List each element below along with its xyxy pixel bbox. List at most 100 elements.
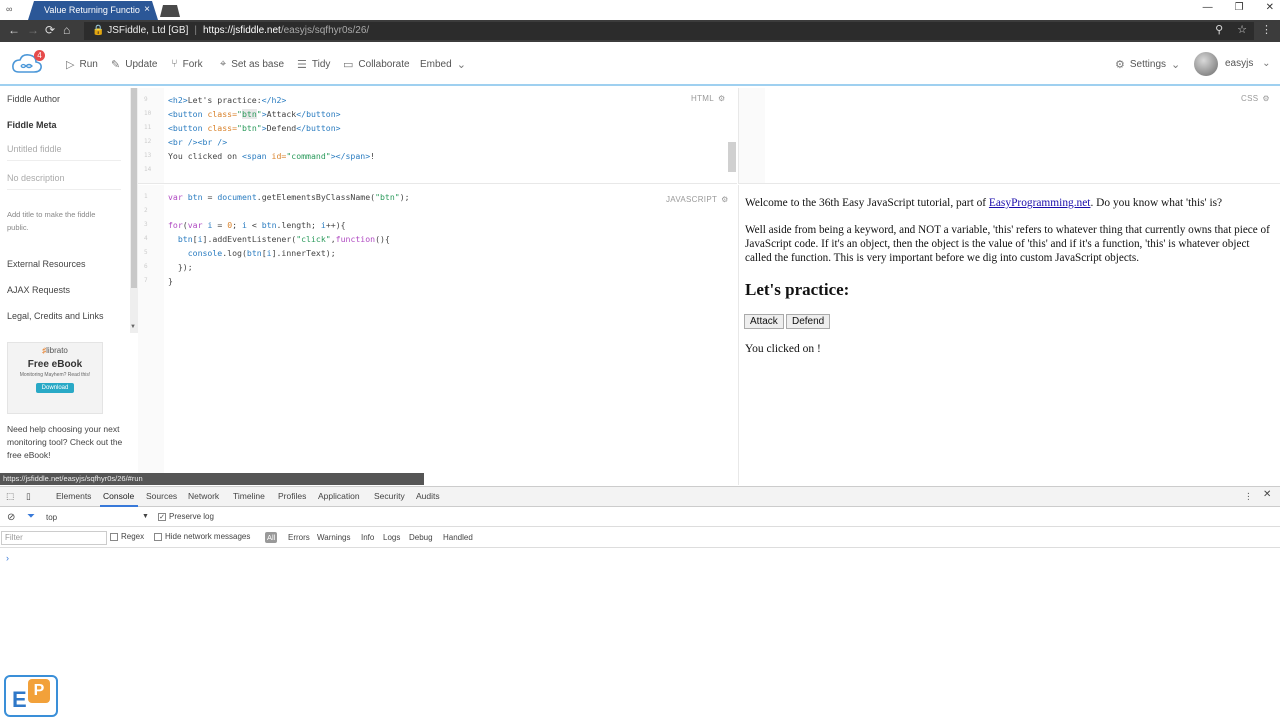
close-window-icon[interactable]: ✕ [1266,2,1274,13]
browser-menu-dots-icon[interactable]: ⋮ [1261,23,1272,36]
window-controls: — ❐ ✕ [1203,2,1274,13]
tab-sources[interactable]: Sources [146,491,177,501]
tidy-button[interactable]: ☰ Tidy [297,58,330,71]
ad-text[interactable]: Need help choosing your next monitoring … [7,423,133,462]
avatar[interactable] [1194,52,1218,76]
javascript-editor-panel[interactable]: 1 2 3 4 5 6 7 var btn = document.getElem… [138,185,737,485]
javascript-code[interactable]: var btn = document.getElementsByClassNam… [168,190,410,288]
tab-application[interactable]: Application [318,491,360,501]
fork-button[interactable]: ⑂ Fork [171,58,203,70]
forward-icon[interactable]: → [27,23,39,37]
ad-download-button[interactable]: Download [35,383,75,393]
console-prompt[interactable]: › [6,553,9,563]
restore-icon[interactable]: ❐ [1235,2,1244,13]
tab-console[interactable]: Console [103,491,134,501]
browser-menu-icon[interactable]: ∞ [6,4,12,14]
sidebar-item-legal[interactable]: Legal, Credits and Links [7,311,104,321]
clicked-text: You clicked on ! [745,343,821,355]
devtools-close-icon[interactable]: ✕ [1263,489,1271,500]
reload-icon[interactable]: ⟳ [45,23,55,37]
tab-timeline[interactable]: Timeline [233,491,265,501]
tab-profiles[interactable]: Profiles [278,491,306,501]
devtools-menu-icon[interactable]: ⋮ [1244,491,1253,502]
notification-badge[interactable]: 4 [34,50,45,61]
settings-label: Settings [1129,59,1167,70]
level-debug[interactable]: Debug [409,533,433,542]
level-handled[interactable]: Handled [443,533,473,542]
easyprogramming-link[interactable]: EasyProgramming.net [989,197,1091,209]
run-label: Run [79,59,98,70]
url-path: /easyjs/sqfhyr0s/26/ [280,25,370,36]
url-field[interactable]: 🔒 JSFiddle, Ltd [GB] | https://jsfiddle.ne… [84,22,1254,40]
level-info[interactable]: Info [361,533,374,542]
sidebar-item-fiddle-meta[interactable]: Fiddle Meta [7,120,57,130]
bookmark-star-icon[interactable]: ☆ [1237,23,1247,36]
hide-network-checkbox[interactable]: Hide network messages [154,532,250,541]
tab-close-icon[interactable]: × [144,4,150,15]
level-logs[interactable]: Logs [383,533,400,542]
html-scrollbar[interactable] [728,142,736,172]
css-editor-panel[interactable]: CSS ⚙ [738,88,1280,184]
regex-checkbox[interactable]: Regex [110,532,144,541]
html-code[interactable]: <h2>Let's practice:</h2> <button class="… [168,93,375,163]
scroll-down-icon[interactable]: ▼ [130,324,136,330]
sidebar-item-fiddle-author[interactable]: Fiddle Author [7,94,60,104]
line-number: 6 [144,263,148,270]
result-this-paragraph: Well aside from being a keyword, and NOT… [745,224,1270,264]
settings-button[interactable]: ⚙ Settings ⌄ [1115,58,1180,71]
inspect-icon[interactable]: ⬚ [6,491,14,502]
run-button[interactable]: ▷ Run [66,58,98,71]
context-selector[interactable]: top [46,513,57,522]
update-label: Update [125,59,158,70]
gear-icon[interactable]: ⚙ [721,195,728,204]
browser-tab[interactable]: Value Returning Functio × [28,1,158,20]
line-number: 11 [144,124,152,131]
gear-icon[interactable]: ⚙ [718,94,725,103]
console-filter-input[interactable]: Filter [1,531,107,545]
zoom-icon[interactable]: ⚲ [1215,23,1223,36]
result-panel: Welcome to the 36th Easy JavaScript tuto… [738,185,1280,485]
set-as-base-button[interactable]: ⌖ Set as base [220,58,284,71]
embed-label: Embed [420,59,452,70]
preserve-log-label: Preserve log [169,512,214,521]
chevron-down-icon[interactable]: ▼ [142,513,149,520]
fork-icon: ⑂ [171,58,178,70]
back-icon[interactable]: ← [8,23,20,37]
new-tab-button[interactable] [160,5,180,17]
clear-console-icon[interactable]: ⊘ [7,512,15,523]
username-menu[interactable]: easyjs ⌄ [1225,58,1271,69]
tab-audits[interactable]: Audits [416,491,440,501]
attack-button[interactable]: Attack [744,314,784,329]
scrollbar-thumb[interactable] [131,88,137,288]
filter-icon[interactable]: ⏷ [27,511,35,522]
sidebar-scrollbar[interactable]: ▼ [130,88,138,333]
collaborate-button[interactable]: ▭ Collaborate [343,58,410,71]
divider [7,189,121,190]
line-number: 1 [144,193,148,200]
sidebar-item-external-resources[interactable]: External Resources [7,259,86,269]
play-icon: ▷ [66,59,75,71]
preserve-log-checkbox[interactable]: ✓ Preserve log [158,512,214,521]
home-icon[interactable]: ⌂ [63,23,70,37]
ad-banner[interactable]: ♯librato Free eBook Monitoring Mayhem? R… [7,342,103,414]
defend-button[interactable]: Defend [786,314,831,329]
tab-elements[interactable]: Elements [56,491,91,501]
level-errors[interactable]: Errors [288,533,310,542]
fiddle-description-input[interactable]: No description [7,173,65,183]
level-all[interactable]: All [265,532,278,543]
embed-button[interactable]: Embed ⌄ [420,58,466,71]
fiddle-title-input[interactable]: Untitled fiddle [7,144,62,154]
pencil-icon: ✎ [111,59,121,71]
site-identity: JSFiddle, Ltd [GB] [107,25,189,36]
html-editor-panel[interactable]: 9 10 11 12 13 14 <h2>Let's practice:</h2… [138,88,737,184]
device-toggle-icon[interactable]: ▯ [26,491,31,502]
minimize-icon[interactable]: — [1203,2,1213,13]
tab-network[interactable]: Network [188,491,219,501]
regex-label: Regex [121,532,145,541]
update-button[interactable]: ✎ Update [111,58,157,71]
level-warnings[interactable]: Warnings [317,533,351,542]
sidebar-item-ajax-requests[interactable]: AJAX Requests [7,285,70,295]
fork-label: Fork [182,58,203,70]
tab-security[interactable]: Security [374,491,405,501]
gear-icon[interactable]: ⚙ [1262,94,1269,103]
